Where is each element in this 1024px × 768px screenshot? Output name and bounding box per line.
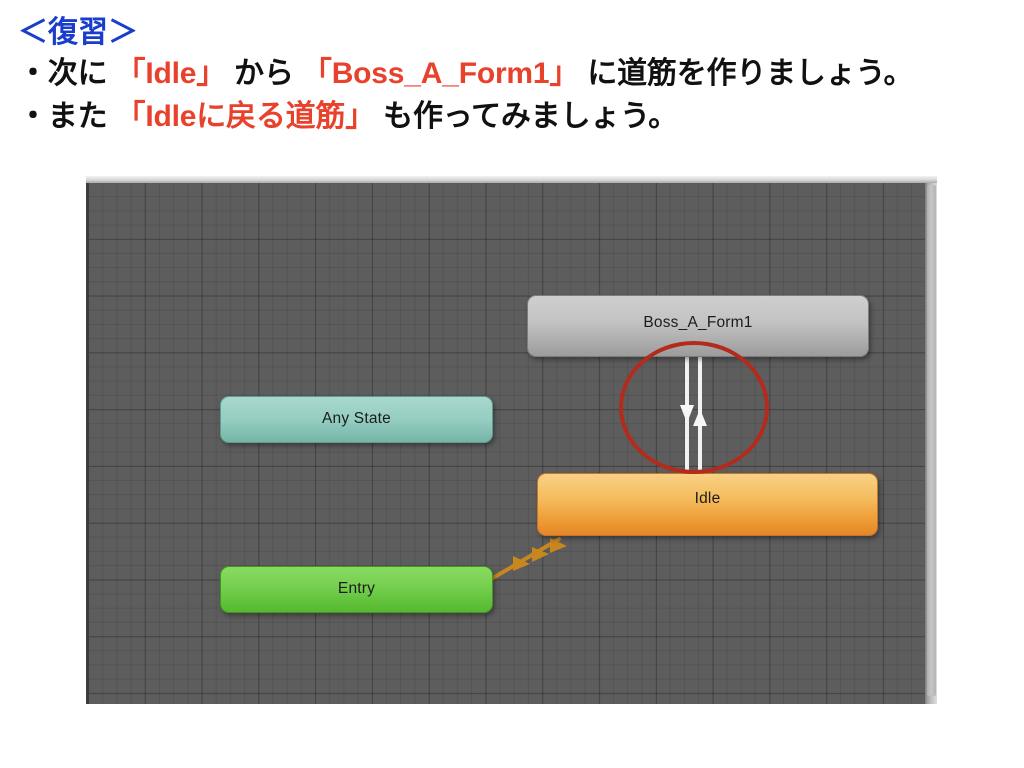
state-node-boss-a-form1[interactable]: Boss_A_Form1 bbox=[527, 295, 869, 357]
bullet-2-seg-2-highlight: 「Idleに戻る道筋」 bbox=[115, 100, 376, 133]
bullet-2-seg-1: ・また bbox=[18, 100, 116, 133]
bullet-1-seg-2-highlight: 「Idle」 bbox=[115, 57, 227, 90]
transition-idle-to-boss-a-form1 bbox=[693, 353, 707, 475]
transition-entry-to-idle bbox=[491, 537, 567, 580]
slide-root: ＜復習＞ ・次に 「Idle」 から 「Boss_A_Form1」 に道筋を作り… bbox=[0, 0, 1024, 768]
bullet-2-seg-3: も作ってみましょう。 bbox=[375, 100, 678, 133]
vertical-scrollbar-thumb[interactable] bbox=[927, 185, 936, 696]
bullet-line-1: ・次に 「Idle」 から 「Boss_A_Form1」 に道筋を作りましょう。 bbox=[18, 52, 1008, 95]
animator-graph-panel[interactable]: Boss_A_Form1 Any State Idle Entry bbox=[86, 176, 937, 704]
transition-boss-a-form1-to-idle bbox=[680, 353, 694, 475]
bullet-line-2: ・また 「Idleに戻る道筋」 も作ってみましょう。 bbox=[18, 95, 1008, 138]
bullet-1-seg-4-highlight: 「Boss_A_Form1」 bbox=[301, 57, 580, 90]
transition-highlight-circle-annotation bbox=[619, 341, 769, 474]
state-node-entry[interactable]: Entry bbox=[220, 566, 493, 613]
state-node-idle[interactable]: Idle bbox=[537, 473, 878, 536]
panel-top-bezel bbox=[86, 176, 937, 183]
bullet-1-seg-3: から bbox=[226, 57, 302, 90]
state-node-label: Entry bbox=[337, 580, 376, 597]
vertical-scrollbar[interactable] bbox=[925, 183, 937, 704]
page-title: ＜復習＞ bbox=[18, 16, 138, 49]
state-node-any-state[interactable]: Any State bbox=[220, 396, 493, 443]
bullet-1-seg-5: に道筋を作りましょう。 bbox=[579, 57, 914, 90]
bullet-1-seg-1: ・次に bbox=[18, 57, 116, 90]
transitions-layer bbox=[491, 353, 707, 580]
animator-graph-canvas[interactable]: Boss_A_Form1 Any State Idle Entry bbox=[89, 183, 925, 704]
state-node-label: Idle bbox=[694, 490, 721, 507]
slide-text-block: ＜復習＞ ・次に 「Idle」 から 「Boss_A_Form1」 に道筋を作り… bbox=[18, 14, 1008, 138]
state-node-label: Boss_A_Form1 bbox=[643, 314, 753, 331]
state-node-label: Any State bbox=[321, 410, 391, 427]
panel-left-edge bbox=[86, 183, 89, 704]
